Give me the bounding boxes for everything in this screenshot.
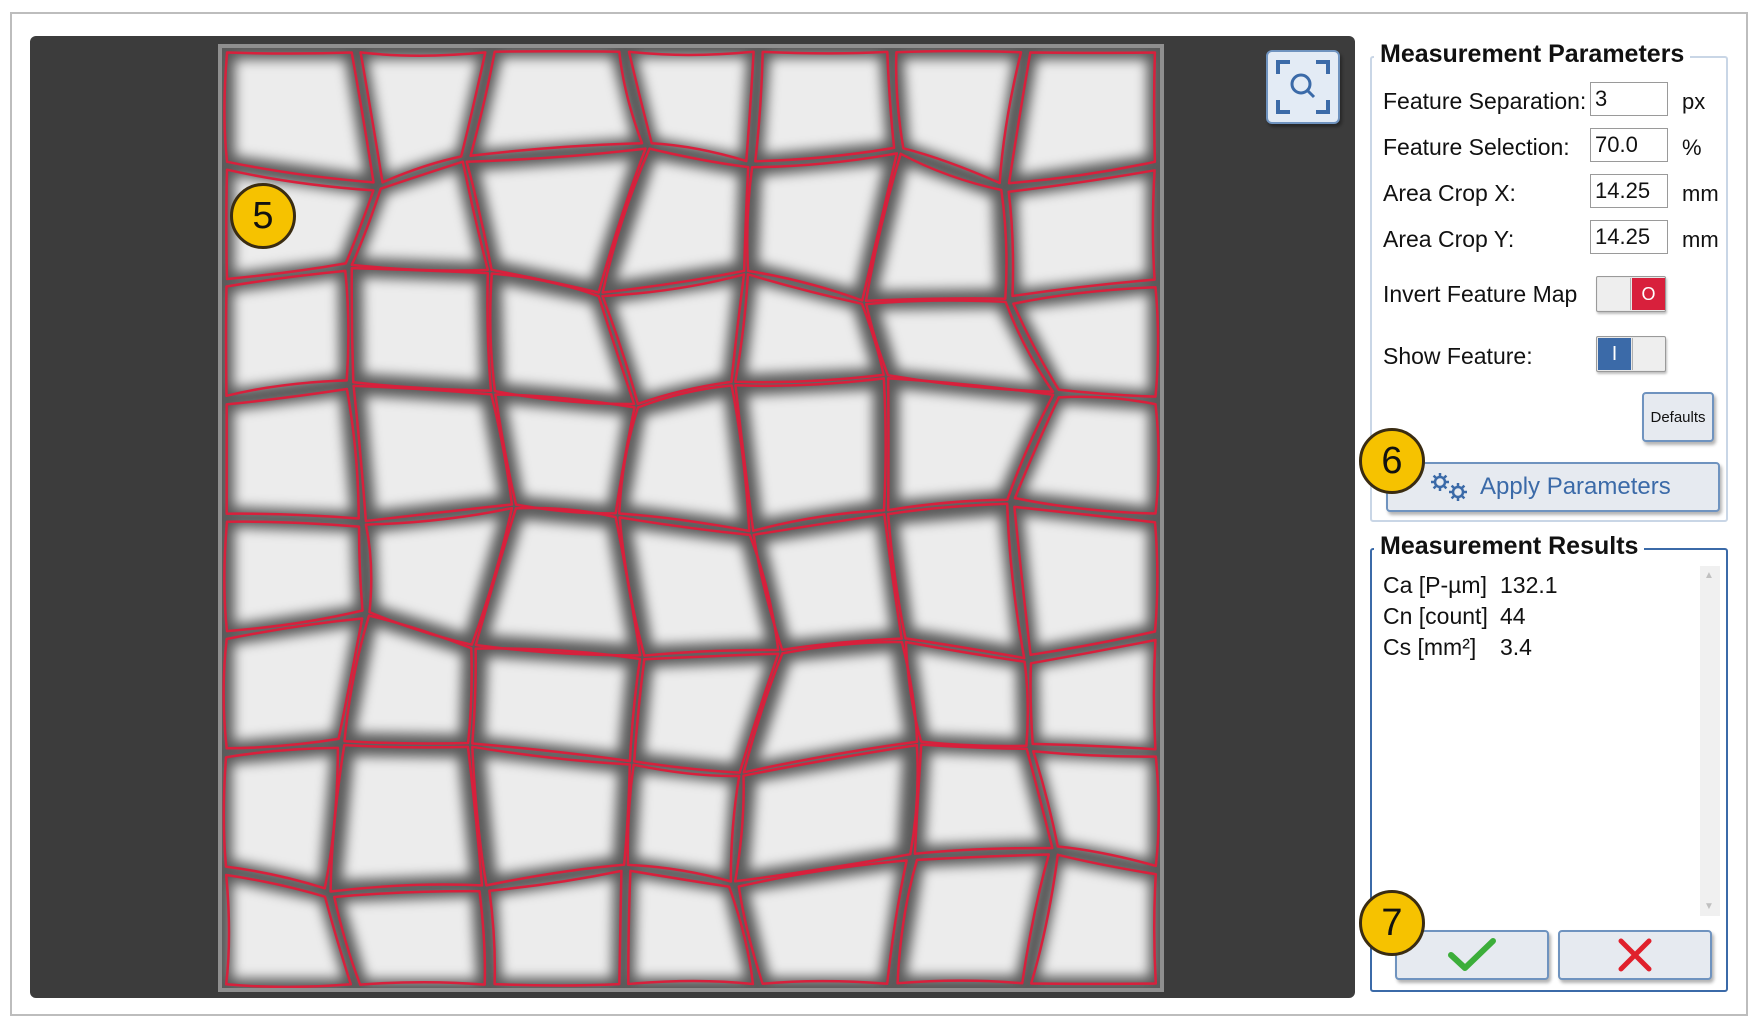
result-value-ca: 132.1: [1500, 572, 1558, 598]
result-value-cn: 44: [1500, 603, 1526, 629]
feature-separation-input[interactable]: [1590, 82, 1668, 116]
grain-cell: [747, 389, 874, 519]
toggle-off-indicator: O: [1632, 278, 1665, 310]
grain-cell: [1023, 515, 1148, 646]
apply-parameters-label: Apply Parameters: [1480, 473, 1671, 500]
result-value-cs: 3.4: [1500, 634, 1532, 660]
area-crop-x-label: Area Crop X:: [1383, 180, 1516, 206]
area-crop-y-label: Area Crop Y:: [1383, 226, 1515, 252]
show-feature-toggle[interactable]: I: [1596, 336, 1666, 372]
invert-feature-map-label: Invert Feature Map: [1383, 281, 1578, 307]
gears-icon: [1431, 473, 1467, 501]
area-crop-x-unit: mm: [1682, 181, 1719, 206]
result-label-ca: Ca [P-µm]: [1383, 572, 1487, 598]
grain-cell: [506, 403, 624, 505]
grain-cell: [497, 878, 614, 978]
zoom-fit-button[interactable]: [1266, 50, 1340, 124]
grain-cell: [1017, 177, 1147, 289]
cancel-button[interactable]: [1558, 930, 1712, 980]
callout-5: 5: [230, 183, 296, 249]
defaults-button[interactable]: Defaults: [1642, 392, 1714, 442]
grain-cell: [235, 59, 365, 175]
results-scrollbar[interactable]: ▲ ▼: [1700, 566, 1720, 916]
grain-cell: [480, 57, 632, 150]
grain-cell: [342, 756, 471, 881]
apply-parameters-button[interactable]: Apply Parameters: [1386, 462, 1720, 512]
area-crop-y-unit: mm: [1682, 227, 1719, 252]
grain-cell: [1018, 59, 1147, 175]
grain-cell: [232, 755, 331, 880]
show-feature-label: Show Feature:: [1383, 343, 1533, 369]
feature-selection-label: Feature Selection:: [1383, 134, 1570, 160]
area-crop-y-input[interactable]: [1590, 220, 1668, 254]
grain-cell: [898, 515, 1014, 646]
measurement-results-title: Measurement Results: [1374, 532, 1645, 561]
feature-selection-input[interactable]: [1590, 128, 1668, 162]
feature-separation-label: Feature Separation:: [1383, 88, 1587, 114]
scroll-up-icon: ▲: [1704, 570, 1714, 581]
area-crop-x-input[interactable]: [1590, 174, 1668, 208]
grain-cell: [636, 773, 731, 873]
grain-cell: [343, 896, 477, 980]
invert-feature-map-toggle[interactable]: O: [1596, 276, 1666, 312]
grain-cell: [233, 278, 340, 389]
feature-map: [222, 48, 1160, 988]
grain-cell: [362, 277, 481, 382]
grain-cell: [484, 757, 618, 875]
checkmark-icon: [1448, 938, 1496, 971]
grain-cell: [234, 396, 351, 512]
zoom-fit-icon: [1276, 60, 1330, 114]
defaults-label: Defaults: [1650, 408, 1706, 426]
result-label-cn: Cn [count]: [1383, 603, 1488, 629]
callout-6: 6: [1359, 428, 1425, 494]
feature-separation-unit: px: [1682, 89, 1706, 114]
close-icon: [1618, 938, 1652, 972]
grain-cell: [763, 57, 886, 155]
grain-cell: [485, 657, 627, 753]
feature-selection-unit: %: [1682, 135, 1702, 160]
scroll-down-icon: ▼: [1704, 901, 1714, 912]
grain-cell: [906, 862, 1040, 976]
toggle-on-indicator: I: [1598, 338, 1631, 370]
segmented-image[interactable]: [218, 44, 1164, 992]
measurement-parameters-title: Measurement Parameters: [1374, 40, 1691, 69]
result-label-cs: Cs [mm²]: [1383, 634, 1477, 660]
callout-7: 7: [1359, 890, 1425, 956]
grain-cell: [365, 396, 500, 511]
